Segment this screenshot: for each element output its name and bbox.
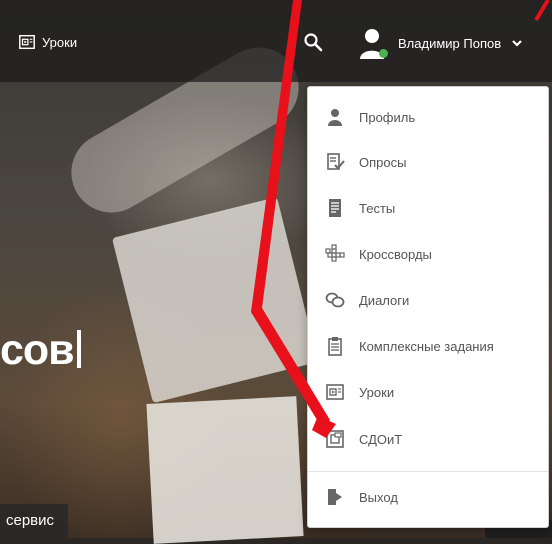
menu-item-surveys[interactable]: Опросы (308, 140, 548, 184)
menu-item-tests[interactable]: Тесты (308, 186, 548, 230)
hero-photo-paper (146, 396, 304, 544)
sdoit-icon (326, 430, 344, 448)
avatar (358, 26, 388, 60)
menu-item-label: Диалоги (359, 292, 410, 308)
lesson-icon (326, 384, 344, 400)
online-status-dot (379, 49, 388, 58)
menu-item-label: Комплексные задания (359, 338, 494, 354)
menu-item-crosswords[interactable]: Кроссворды (308, 232, 548, 276)
menu-item-sdoit[interactable]: СДОиТ (308, 417, 548, 461)
text-cursor (76, 330, 81, 368)
search-icon[interactable] (303, 32, 323, 52)
nav-lessons-link[interactable]: Уроки (18, 33, 77, 51)
complex-task-icon (328, 337, 342, 356)
menu-item-label: Выход (359, 489, 398, 505)
menu-item-logout[interactable]: Выход (308, 475, 548, 519)
user-icon (328, 109, 342, 126)
menu-item-profile[interactable]: Профиль (308, 95, 548, 139)
user-dropdown-menu: Профиль Опросы Тесты Кроссворды Диалоги … (307, 86, 549, 528)
user-name: Владимир Попов (398, 35, 502, 51)
menu-item-complex-tasks[interactable]: Комплексные задания (308, 324, 548, 368)
user-menu-toggle[interactable]: Владимир Попов (358, 26, 523, 60)
menu-item-label: СДОиТ (359, 431, 403, 447)
survey-icon (327, 153, 345, 170)
menu-item-dialogs[interactable]: Диалоги (308, 278, 548, 322)
nav-lessons-label: Уроки (42, 34, 78, 50)
hero-title-text: сов (0, 326, 75, 374)
menu-item-label: Профиль (359, 109, 416, 125)
menu-item-label: Опросы (359, 154, 407, 170)
logout-icon (328, 489, 342, 505)
lesson-icon (19, 34, 35, 50)
dialog-icon (325, 292, 345, 308)
menu-item-label: Уроки (359, 384, 395, 400)
hero-title: сов (0, 326, 81, 375)
menu-item-label: Тесты (359, 200, 396, 216)
top-navbar: Уроки Владимир Попов (0, 0, 552, 82)
menu-item-label: Кроссворды (359, 246, 432, 262)
menu-item-lessons[interactable]: Уроки (308, 370, 548, 414)
test-icon (329, 199, 341, 217)
crossword-icon (325, 244, 345, 262)
hero-photo-notebook (111, 196, 319, 404)
chevron-down-icon (512, 40, 522, 47)
service-tag: сервис (0, 504, 69, 538)
menu-divider (308, 471, 548, 472)
